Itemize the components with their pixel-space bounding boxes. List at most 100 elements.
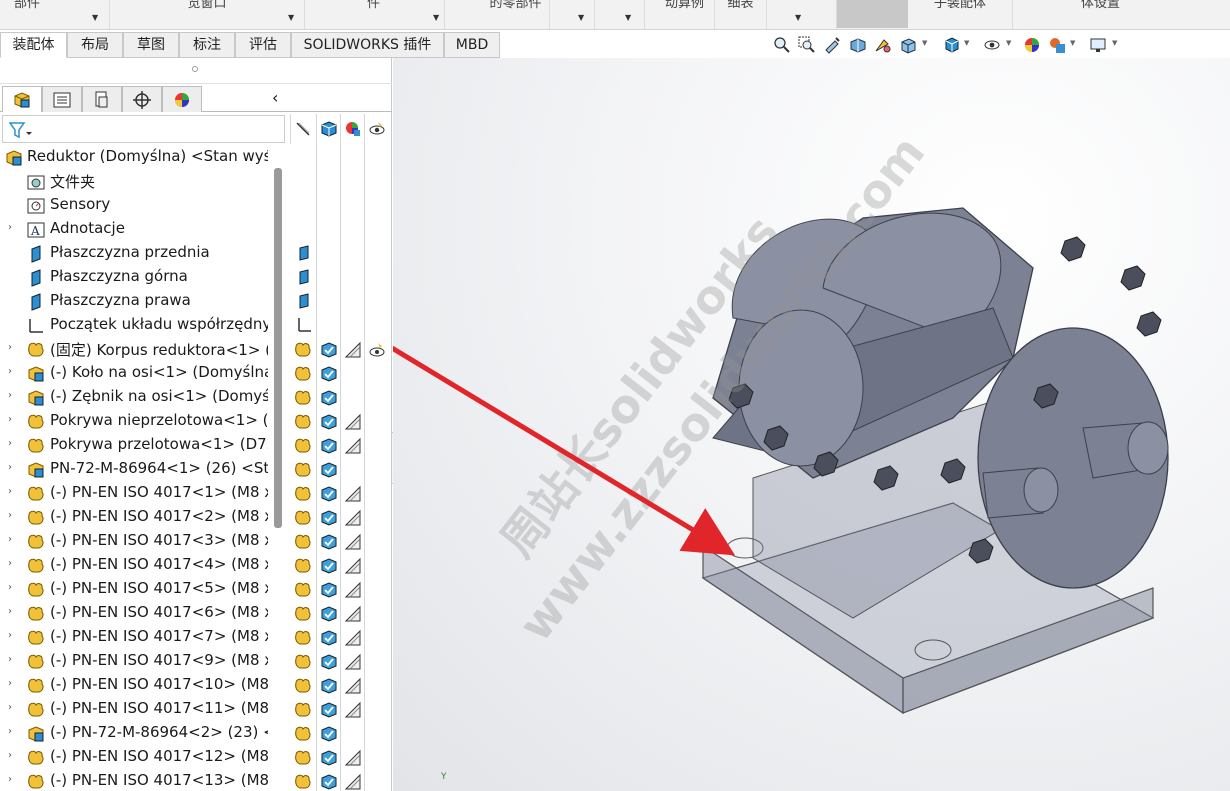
part-state-icon[interactable] (294, 749, 312, 767)
expand-chevron-icon[interactable]: › (8, 390, 12, 401)
chevron-down-icon[interactable]: ▼ (964, 39, 969, 47)
display-state-icon[interactable] (320, 533, 338, 551)
display-state-icon[interactable] (320, 725, 338, 743)
tree-item[interactable]: › (-) PN-EN ISO 4017<10> (M8 x (0, 674, 392, 698)
part-state-icon[interactable] (294, 677, 312, 695)
dynamic-annotation-icon[interactable] (873, 35, 893, 55)
expand-chevron-icon[interactable]: › (8, 726, 12, 737)
panel-grip[interactable] (0, 58, 392, 84)
tree-filter-input[interactable] (2, 115, 285, 143)
display-state-icon[interactable] (320, 509, 338, 527)
tree-item[interactable]: Początek układu współrzędnyc (0, 314, 392, 338)
expand-chevron-icon[interactable]: › (8, 654, 12, 665)
part-state-icon[interactable] (294, 533, 312, 551)
appearance-state-icon[interactable] (344, 341, 362, 359)
view-orientation-icon[interactable] (898, 35, 918, 55)
display-manager-tab-icon[interactable] (162, 86, 202, 112)
expand-chevron-icon[interactable]: › (8, 414, 12, 425)
display-state-icon[interactable] (320, 341, 338, 359)
appearance-state-icon[interactable] (344, 701, 362, 719)
zoom-to-fit-icon[interactable] (772, 35, 792, 55)
tab-markup[interactable]: 标注 (179, 32, 235, 58)
ribbon-cell-9[interactable]: ▼ (767, 0, 837, 29)
tab-solidworks-addins[interactable]: SOLIDWORKS 插件 (291, 32, 444, 58)
part-state-icon[interactable] (294, 701, 312, 719)
ribbon-cell-8[interactable]: 细表 (715, 0, 767, 29)
ribbon-cell-2[interactable]: 览窗口 ▼ (110, 0, 305, 29)
graphics-area[interactable]: 周站长solidworks www.zzzsolidworks.com Y (393, 58, 1230, 791)
expand-chevron-icon[interactable]: › (8, 366, 12, 377)
expand-chevron-icon[interactable]: › (8, 702, 12, 713)
appearance-state-icon[interactable] (344, 653, 362, 671)
section-view-icon[interactable] (848, 35, 868, 55)
tree-item[interactable]: › (-) Zębnik na osi<1> (Domyśln (0, 386, 392, 410)
appearance-state-icon[interactable] (344, 485, 362, 503)
display-state-icon[interactable] (320, 701, 338, 719)
plane-state-icon[interactable] (296, 269, 314, 287)
expand-chevron-icon[interactable]: › (8, 678, 12, 689)
tree-item[interactable]: › (-) PN-EN ISO 4017<13> (M8 x (0, 770, 392, 791)
expand-chevron-icon[interactable]: › (8, 558, 12, 569)
display-state-icon[interactable] (320, 557, 338, 575)
tab-layout[interactable]: 布局 (67, 32, 123, 58)
expand-chevron-icon[interactable]: › (8, 438, 12, 449)
ribbon-cell-5[interactable]: ▼ (550, 0, 595, 29)
display-state-icon[interactable] (320, 461, 338, 479)
tab-mbd[interactable]: MBD (444, 32, 500, 58)
tree-item[interactable]: › (-) PN-EN ISO 4017<2> (M8 x (0, 506, 392, 530)
display-state-icon[interactable] (320, 389, 338, 407)
display-state-icon[interactable] (320, 605, 338, 623)
chevron-down-icon[interactable]: ▼ (922, 39, 927, 47)
tree-item[interactable]: Płaszczyzna prawa (0, 290, 392, 314)
part-state-icon[interactable] (294, 413, 312, 431)
expand-chevron-icon[interactable]: › (8, 222, 12, 233)
display-state-icon[interactable] (320, 413, 338, 431)
tree-item[interactable]: › A Adnotacje (0, 218, 392, 242)
tree-item[interactable]: › (-) PN-EN ISO 4017<4> (M8 x (0, 554, 392, 578)
part-state-icon[interactable] (294, 725, 312, 743)
hide-show-items-icon[interactable] (982, 35, 1002, 55)
previous-view-icon[interactable] (822, 35, 842, 55)
part-state-icon[interactable] (294, 773, 312, 791)
display-state-icon[interactable] (320, 365, 338, 383)
tree-item[interactable]: Płaszczyzna przednia (0, 242, 392, 266)
filter-icon[interactable] (8, 121, 33, 143)
tab-assembly[interactable]: 装配体 (0, 32, 67, 58)
part-state-icon[interactable] (294, 629, 312, 647)
chevron-down-icon[interactable]: ▼ (1112, 39, 1117, 47)
ribbon-cell-6[interactable]: ▼ (595, 0, 645, 29)
part-state-icon[interactable] (294, 485, 312, 503)
ribbon-cell-3[interactable]: 件 ▼ (305, 0, 445, 29)
tree-item[interactable]: Reduktor (Domyślna) <Stan wyświ (0, 146, 392, 170)
expand-chevron-icon[interactable]: › (8, 534, 12, 545)
expand-chevron-icon[interactable]: › (8, 462, 12, 473)
display-state-icon[interactable] (320, 677, 338, 695)
tab-evaluate[interactable]: 评估 (235, 32, 291, 58)
zoom-to-area-icon[interactable] (797, 35, 817, 55)
tree-item[interactable]: Sensory (0, 194, 392, 218)
tree-item[interactable]: › (-) PN-EN ISO 4017<7> (M8 x (0, 626, 392, 650)
appearance-state-icon[interactable] (344, 509, 362, 527)
ribbon-highlight[interactable] (837, 0, 908, 28)
appearance-state-icon[interactable] (344, 437, 362, 455)
part-state-icon[interactable] (294, 365, 312, 383)
appearance-state-icon[interactable] (344, 413, 362, 431)
origin-state-icon[interactable] (296, 317, 314, 335)
tree-item[interactable]: › (-) PN-EN ISO 4017<1> (M8 x (0, 482, 392, 506)
ribbon-cell-10[interactable]: 子装配体 (908, 0, 1013, 29)
tree-item[interactable]: › (-) PN-EN ISO 4017<9> (M8 x (0, 650, 392, 674)
tree-item[interactable]: › PN-72-M-86964<1> (26) <Sta (0, 458, 392, 482)
display-state-icon[interactable] (320, 653, 338, 671)
ribbon-cell-11[interactable]: 体设置 (1013, 0, 1188, 29)
part-state-icon[interactable] (294, 341, 312, 359)
dimxpert-manager-tab-icon[interactable] (122, 86, 162, 112)
expand-chevron-icon[interactable]: › (8, 606, 12, 617)
part-state-icon[interactable] (294, 461, 312, 479)
tree-item[interactable]: › (-) PN-EN ISO 4017<5> (M8 x (0, 578, 392, 602)
display-state-icon[interactable] (320, 581, 338, 599)
view-settings-icon[interactable] (1088, 35, 1108, 55)
tab-sketch[interactable]: 草图 (123, 32, 179, 58)
appearance-state-icon[interactable] (344, 677, 362, 695)
appearance-state-icon[interactable] (344, 773, 362, 791)
tree-item[interactable]: › (-) Koło na osi<1> (Domyślna) (0, 362, 392, 386)
